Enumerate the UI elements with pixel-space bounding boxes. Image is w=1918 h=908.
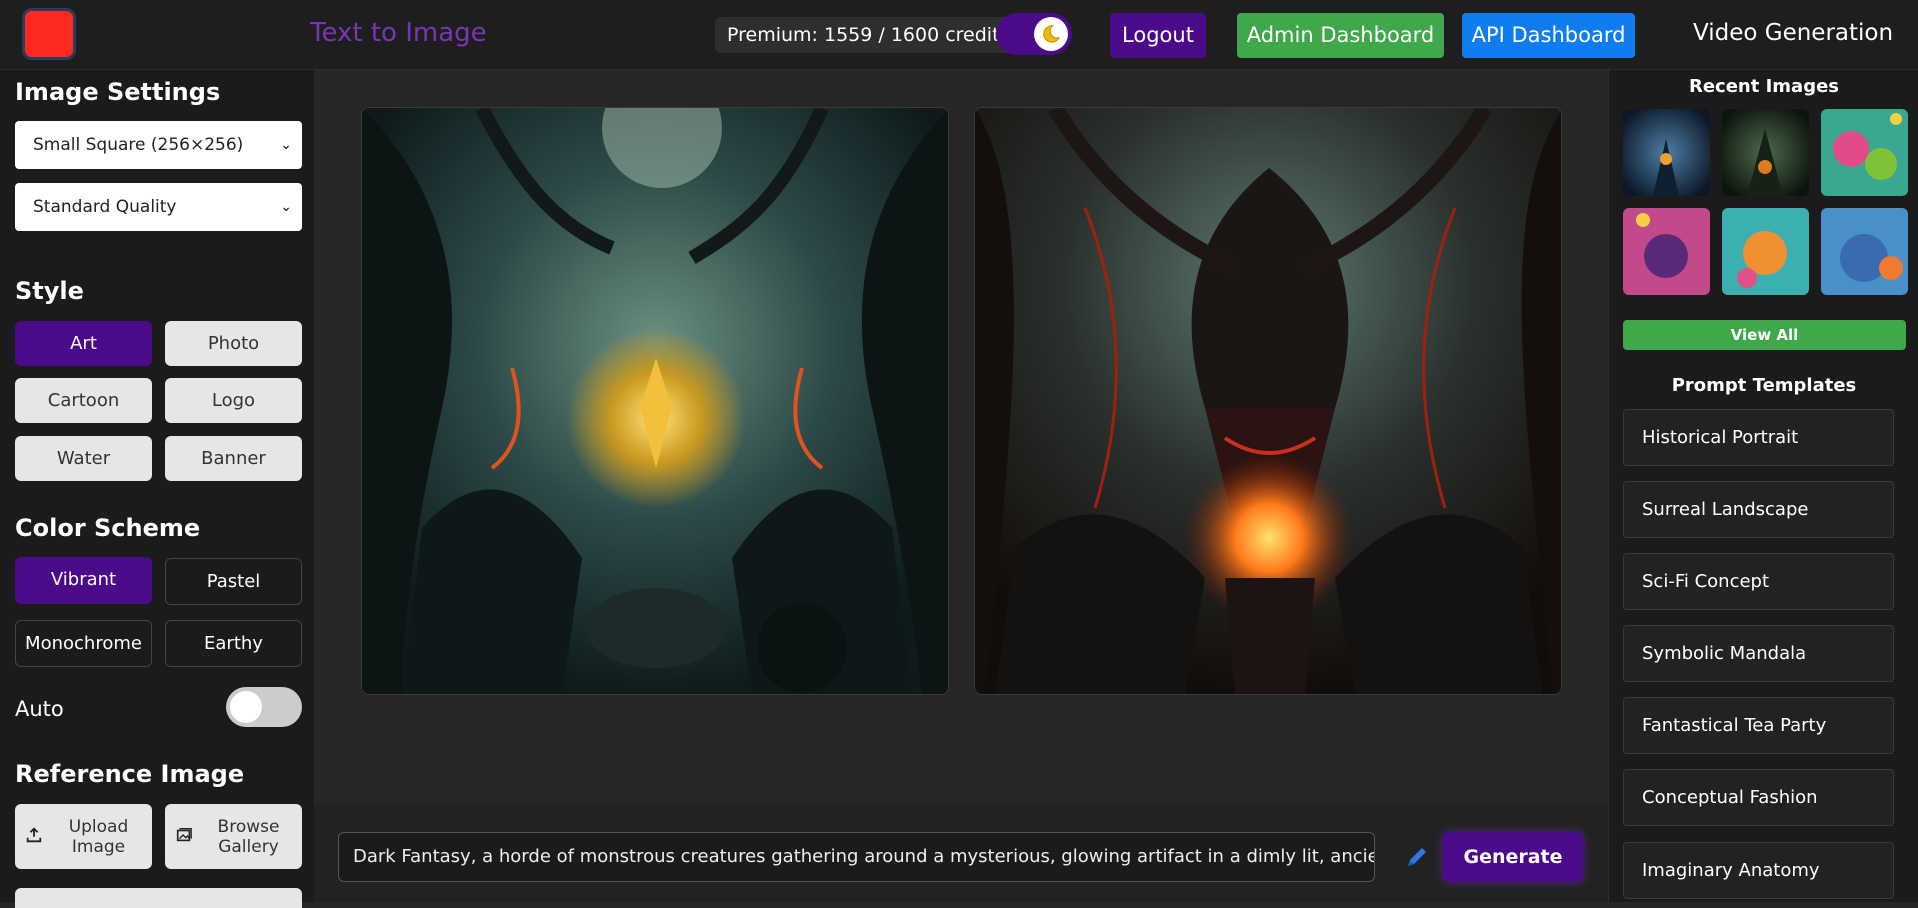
recent-thumbnail[interactable] [1623, 208, 1710, 295]
quality-select[interactable]: Standard Quality ⌄ [15, 183, 302, 231]
prompt-input[interactable]: Dark Fantasy, a horde of monstrous creat… [338, 832, 1375, 882]
browse-gallery-button[interactable]: Browse Gallery [165, 804, 302, 869]
style-title: Style [15, 277, 84, 305]
upload-image-button[interactable]: Upload Image [15, 804, 152, 869]
gallery-icon [165, 826, 203, 848]
theme-toggle[interactable] [996, 13, 1072, 55]
template-surreal-landscape[interactable]: Surreal Landscape [1623, 481, 1894, 538]
recent-thumbnail[interactable] [1722, 109, 1809, 196]
app-title[interactable]: Text to Image [310, 18, 487, 48]
pencil-icon[interactable] [1404, 844, 1430, 870]
style-water[interactable]: Water [15, 436, 152, 481]
recent-thumbnail[interactable] [1821, 109, 1908, 196]
upload-image-label: Upload Image [68, 816, 129, 857]
upload-icon [15, 826, 53, 848]
template-symbolic-mandala[interactable]: Symbolic Mandala [1623, 625, 1894, 682]
upload-dropzone[interactable] [15, 888, 302, 908]
prompt-templates-title: Prompt Templates [1671, 375, 1857, 396]
scheme-pastel[interactable]: Pastel [165, 558, 302, 605]
toggle-knob [230, 691, 262, 723]
size-select-value: Small Square (256×256) [33, 135, 244, 155]
scheme-vibrant[interactable]: Vibrant [15, 557, 152, 604]
browse-gallery-label: Browse Gallery [217, 816, 280, 857]
recent-thumbnail[interactable] [1623, 109, 1710, 196]
moon-icon [1034, 17, 1068, 51]
auto-label: Auto [15, 697, 64, 721]
chevron-down-icon: ⌄ [280, 137, 292, 153]
style-banner[interactable]: Banner [165, 436, 302, 481]
scheme-monochrome[interactable]: Monochrome [15, 620, 152, 667]
generated-image-2[interactable] [974, 107, 1562, 695]
app-logo[interactable] [22, 8, 76, 60]
template-conceptual-fashion[interactable]: Conceptual Fashion [1623, 769, 1894, 826]
logout-button[interactable]: Logout [1110, 13, 1206, 58]
style-art[interactable]: Art [15, 321, 152, 366]
credits-badge: Premium: 1559 / 1600 credits [715, 17, 1022, 53]
recent-thumbnail[interactable] [1821, 208, 1908, 295]
template-fantastical-tea-party[interactable]: Fantastical Tea Party [1623, 697, 1894, 754]
video-generation-link[interactable]: Video Generation [1693, 20, 1893, 46]
template-historical-portrait[interactable]: Historical Portrait [1623, 409, 1894, 466]
right-panel: Recent Images View All Prompt Templates … [1608, 70, 1918, 902]
style-cartoon[interactable]: Cartoon [15, 378, 152, 423]
template-sci-fi-concept[interactable]: Sci-Fi Concept [1623, 553, 1894, 610]
view-all-button[interactable]: View All [1623, 320, 1906, 350]
color-scheme-title: Color Scheme [15, 514, 201, 542]
top-bar: Text to Image Premium: 1559 / 1600 credi… [0, 0, 1918, 70]
template-imaginary-anatomy[interactable]: Imaginary Anatomy [1623, 842, 1894, 899]
api-dashboard-button[interactable]: API Dashboard [1462, 13, 1635, 58]
generate-button[interactable]: Generate [1443, 832, 1583, 882]
generated-image-1[interactable] [361, 107, 949, 695]
chevron-down-icon: ⌄ [280, 199, 292, 215]
scheme-earthy[interactable]: Earthy [165, 620, 302, 667]
admin-dashboard-button[interactable]: Admin Dashboard [1237, 13, 1444, 58]
recent-thumbnail[interactable] [1722, 208, 1809, 295]
auto-toggle[interactable] [226, 687, 302, 727]
quality-select-value: Standard Quality [33, 197, 177, 217]
settings-sidebar: Image Settings Small Square (256×256) ⌄ … [0, 70, 314, 908]
image-settings-title: Image Settings [15, 78, 221, 106]
size-select[interactable]: Small Square (256×256) ⌄ [15, 121, 302, 169]
recent-images-title: Recent Images [1688, 76, 1840, 97]
reference-image-title: Reference Image [15, 760, 245, 788]
style-logo[interactable]: Logo [165, 378, 302, 423]
style-photo[interactable]: Photo [165, 321, 302, 366]
